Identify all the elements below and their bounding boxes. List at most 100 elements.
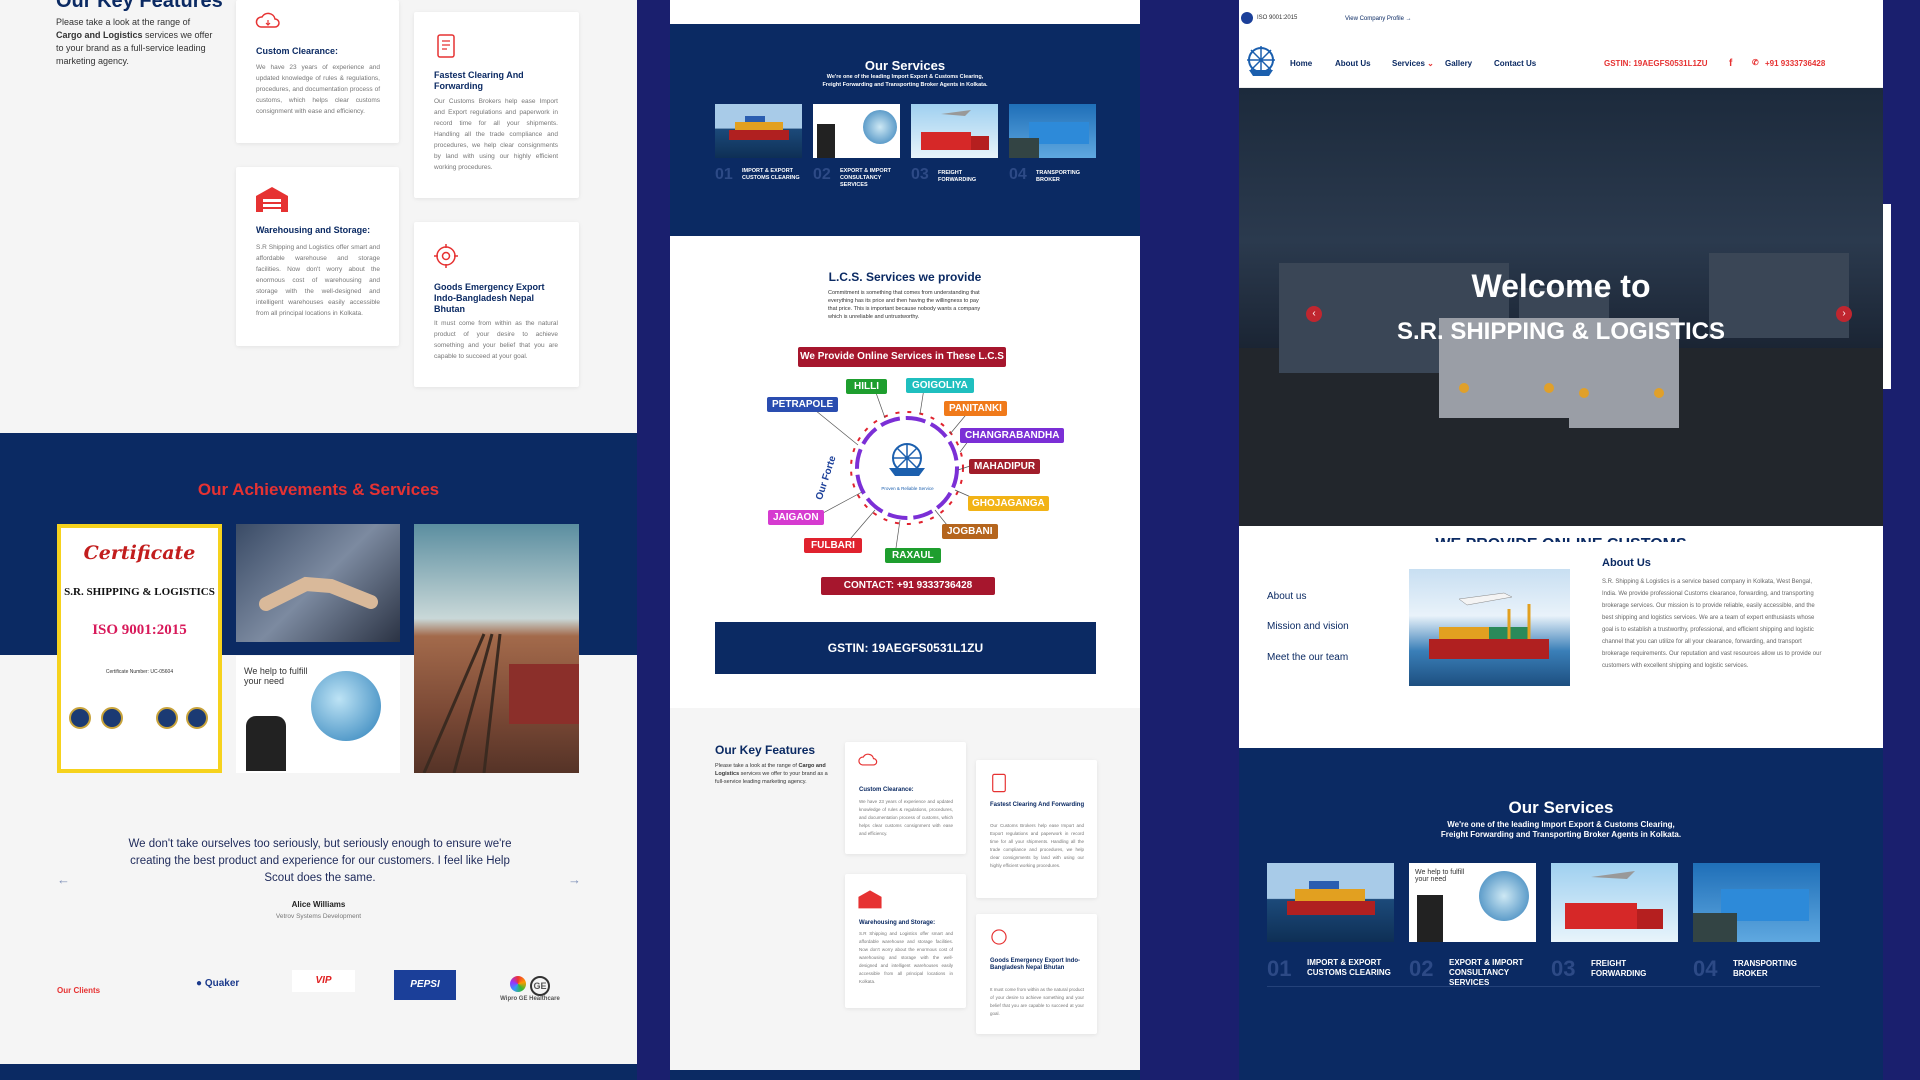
about-image [1409,569,1570,686]
card-title: Custom Clearance: [859,787,914,793]
service-label[interactable]: IMPORT & EXPORT CUSTOMS CLEARING [742,168,804,182]
service-num: 02 [813,166,831,183]
card-title: Warehousing and Storage: [859,920,936,926]
feature-card-emergency-export: Goods Emergency Export Indo-Bangladesh N… [976,914,1097,1034]
service-num: 04 [1009,166,1027,183]
card-title: Goods Emergency Export Indo-Bangladesh N… [434,282,545,314]
feature-card-fastest-clearing: Fastest Clearing And Forwarding Our Cust… [976,760,1097,898]
nav-home[interactable]: Home [1290,59,1312,68]
certificate-image: Certificate S.R. SHIPPING & LOGISTICS IS… [57,524,222,773]
achievements-title: Our Achievements & Services [197,480,440,499]
key-features-desc: Please take a look at the range of Cargo… [715,763,828,785]
service-thumb-freight [1551,863,1678,942]
seal-icon [186,707,208,729]
card-title: Goods Emergency Export Indo-Bangladesh N… [990,958,1081,971]
service-num: 02 [1409,956,1434,981]
lcs-contact: CONTACT: +91 9333736428 [821,577,995,595]
service-thumb-ship [1267,863,1394,942]
key-features-title: Our Key Features [56,0,223,12]
location-jaigaon: JAIGAON [768,510,824,525]
card-desc: It must come from within as the natural … [990,987,1084,1016]
left-screenshot-panel: Our Key Features Please take a look at t… [0,0,637,1080]
key-features-desc: Please take a look at the range of Cargo… [56,17,213,66]
card-desc: Our Customs Brokers help ease Import and… [434,98,558,171]
service-num: 01 [715,166,733,183]
testimonial-name: Alice Williams [291,900,346,909]
client-logo-vip: VIP [292,970,355,992]
company-profile-link[interactable]: View Company Profile → [1345,16,1412,22]
document-icon [437,34,455,58]
feature-card-warehousing: Warehousing and Storage: S.R Shipping an… [845,874,966,1008]
service-label[interactable]: EXPORT & IMPORT CONSULTANCY SERVICES [1449,958,1539,988]
cloud-icon [255,12,280,28]
thumb-caption: We help to fulfill your need [1415,869,1465,883]
certificate-number: Certificate Number: UC-05604 [105,669,174,675]
business-photo: We help to fulfill your need [236,656,400,773]
ship-wheel-logo-icon [1247,46,1275,76]
service-num: 03 [911,166,929,183]
warehouse-icon [256,187,288,212]
lcs-title: L.C.S. Services we provide [828,270,982,284]
nav-about[interactable]: About Us [1335,59,1371,68]
services-section: Our Services We're one of the leading Im… [1239,748,1883,1080]
services-subtitle-1: We're one of the leading Import Export &… [826,74,984,80]
service-label[interactable]: TRANSPORTING BROKER [1036,170,1091,184]
location-jogbani: JOGBANI [942,524,998,539]
service-label[interactable]: FREIGHT FORWARDING [1591,959,1671,979]
seal-icon [101,707,123,729]
divider [1267,986,1820,987]
service-label[interactable]: EXPORT & IMPORT CONSULTANCY SERVICES [840,168,902,189]
card-desc: Our Customs Brokers help ease Import and… [990,823,1084,868]
service-num: 01 [1267,956,1292,981]
service-thumb-transport [1009,104,1096,158]
feature-card-warehousing: Warehousing and Storage: S.R Shipping an… [236,167,399,346]
certificate-company: S.R. SHIPPING & LOGISTICS [64,586,215,598]
next-arrow-icon[interactable]: → [568,872,581,887]
nav-contact[interactable]: Contact Us [1494,59,1536,68]
hero-prev-icon[interactable]: ‹ [1306,306,1322,322]
testimonial-quote: We don't take ourselves too seriously, b… [128,838,512,884]
prev-arrow-icon[interactable]: ← [57,872,70,887]
footer-strip [0,1064,637,1080]
right-screenshot-panel: ISO 9001:2015 View Company Profile → Hom… [1239,0,1883,1080]
card-title: Custom Clearance: [256,46,339,56]
client-logo-quaker: ● Quaker [196,978,240,989]
nav-services[interactable]: Services ⌄ [1392,59,1434,68]
services-subtitle-2: Freight Forwarding and Transporting Brok… [1440,830,1682,839]
key-features-title: Our Key Features [715,743,816,757]
service-thumb-transport [1693,863,1820,942]
service-label[interactable]: FREIGHT FORWARDING [938,170,993,184]
seal-icon [156,707,178,729]
location-petrapole: PETRAPOLE [767,397,839,412]
phone-icon[interactable]: ✆ [1752,58,1759,67]
warehouse-icon [858,890,882,909]
clients-label: Our Clients [57,986,101,995]
card-desc: We have 23 years of experience and updat… [256,64,380,115]
gear-icon [434,244,458,268]
about-link-about-us[interactable]: About us [1267,591,1306,602]
client-logo-pepsi: PEPSI [394,970,456,1000]
right-edge-strip [1883,0,1920,1080]
top-bar: ISO 9001:2015 View Company Profile → [1239,0,1883,38]
gear-icon [991,929,1007,945]
about-link-mission[interactable]: Mission and vision [1267,621,1349,632]
about-desc: S.R. Shipping & Logistics is a service b… [1602,579,1822,669]
facebook-icon[interactable]: f [1729,58,1732,69]
service-label[interactable]: TRANSPORTING BROKER [1733,959,1813,979]
about-title: About Us [1602,557,1651,569]
hero-next-icon[interactable]: › [1836,306,1852,322]
services-subtitle-2: Freight Forwarding and Transporting Brok… [822,82,988,88]
seal-icon [69,707,91,729]
location-fulbari: FULBARI [804,538,862,553]
card-desc: It must come from within as the natural … [434,320,558,360]
railway-containers-photo [414,524,579,773]
hero-banner: Welcome to S.R. SHIPPING & LOGISTICS ‹ › [1239,88,1883,526]
service-label[interactable]: IMPORT & EXPORT CUSTOMS CLEARING [1307,958,1397,978]
nav-gallery[interactable]: Gallery [1445,59,1472,68]
service-num: 04 [1693,956,1718,981]
service-thumb-consult: We help to fulfill your need [1409,863,1536,942]
gstin-box: GSTIN: 19AEGFS0531L1ZU [715,622,1096,674]
service-thumb-ship [715,104,802,158]
nav-phone[interactable]: +91 9333736428 [1765,59,1825,68]
about-link-team[interactable]: Meet the our team [1267,652,1348,663]
